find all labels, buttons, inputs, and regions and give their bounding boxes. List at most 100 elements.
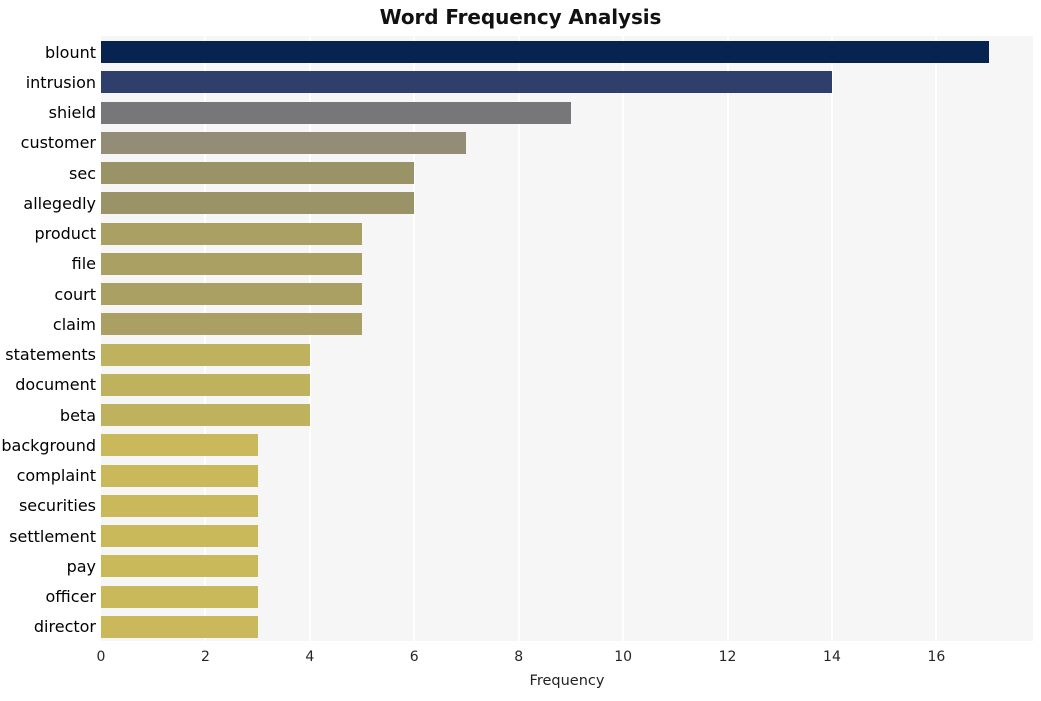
x-tick-label-14: 14 [823, 649, 841, 665]
bar-claim[interactable] [101, 313, 363, 336]
y-tick-text: background [1, 435, 96, 455]
bar-row[interactable] [101, 494, 1033, 517]
chart-title: Word Frequency Analysis [379, 5, 662, 29]
bar-securities[interactable] [101, 494, 258, 517]
gridline-vertical [622, 36, 625, 641]
bar-row[interactable] [101, 555, 1033, 578]
bar-row[interactable] [101, 525, 1033, 548]
y-tick-text: securities [18, 496, 96, 516]
bar-row[interactable] [101, 615, 1033, 638]
x-tick-label-16: 16 [927, 649, 946, 665]
y-tick-label-claim: claim [0, 313, 96, 335]
y-tick-label-beta: beta [0, 404, 96, 426]
gridline-vertical [935, 36, 938, 641]
bar-pay[interactable] [101, 555, 258, 578]
y-tick-text: blount [45, 42, 96, 62]
bar-settlement[interactable] [101, 525, 258, 548]
bar-row[interactable] [101, 313, 1033, 336]
bar-background[interactable] [101, 434, 258, 457]
y-tick-label-securities: securities [0, 495, 96, 517]
bar-row[interactable] [101, 434, 1033, 457]
gridline-vertical [308, 36, 311, 641]
bar-statements[interactable] [101, 343, 310, 366]
y-tick-text: beta [59, 405, 96, 425]
bar-file[interactable] [101, 252, 363, 275]
x-tick-label-2: 2 [200, 649, 210, 665]
x-tick-label-4: 4 [305, 649, 315, 665]
bar-customer[interactable] [101, 131, 467, 154]
x-tick-label-0: 0 [96, 649, 106, 665]
y-tick-text: customer [20, 133, 96, 153]
bar-row[interactable] [101, 162, 1033, 185]
y-tick-text: complaint [16, 466, 96, 486]
gridline-vertical [204, 36, 207, 641]
bar-document[interactable] [101, 373, 310, 396]
y-tick-label-director: director [0, 616, 96, 638]
x-tick-label-6: 6 [409, 649, 419, 665]
y-tick-label-officer: officer [0, 586, 96, 608]
y-tick-label-sec: sec [0, 162, 96, 184]
y-tick-text: court [54, 284, 96, 304]
bar-row[interactable] [101, 585, 1033, 608]
bar-row[interactable] [101, 343, 1033, 366]
bar-product[interactable] [101, 222, 363, 245]
y-tick-label-file: file [0, 253, 96, 275]
bar-row[interactable] [101, 283, 1033, 306]
bar-court[interactable] [101, 283, 363, 306]
y-tick-text: shield [48, 103, 96, 123]
bar-allegedly[interactable] [101, 192, 415, 215]
bar-row[interactable] [101, 404, 1033, 427]
y-tick-text: allegedly [23, 193, 96, 213]
word-frequency-chart: Word Frequency Analysis blount intrusion s… [0, 0, 1041, 701]
gridline-vertical [830, 36, 833, 641]
bar-intrusion[interactable] [101, 71, 832, 94]
y-tick-label-intrusion: intrusion [0, 71, 96, 93]
y-tick-label-complaint: complaint [0, 465, 96, 487]
gridline-vertical [413, 36, 416, 641]
y-tick-label-shield: shield [0, 102, 96, 124]
bar-row[interactable] [101, 192, 1033, 215]
x-tick-label-10: 10 [614, 649, 633, 665]
y-tick-text: intrusion [25, 72, 96, 92]
y-tick-text: sec [69, 163, 96, 183]
bar-blount[interactable] [101, 41, 989, 64]
y-tick-label-settlement: settlement [0, 525, 96, 547]
gridline-vertical [517, 36, 520, 641]
bar-row[interactable] [101, 131, 1033, 154]
bar-row[interactable] [101, 101, 1033, 124]
y-tick-text: officer [45, 587, 96, 607]
y-tick-label-statements: statements [0, 344, 96, 366]
bar-sec[interactable] [101, 162, 415, 185]
x-tick-label-12: 12 [718, 649, 737, 665]
gridline-vertical [726, 36, 729, 641]
y-tick-label-court: court [0, 283, 96, 305]
y-tick-label-blount: blount [0, 41, 96, 63]
y-tick-label-allegedly: allegedly [0, 192, 96, 214]
y-tick-text: document [15, 375, 96, 395]
y-tick-label-pay: pay [0, 555, 96, 577]
bar-row[interactable] [101, 71, 1033, 94]
y-tick-text: statements [5, 345, 96, 365]
y-tick-label-document: document [0, 374, 96, 396]
bar-row[interactable] [101, 41, 1033, 64]
x-tick-label-8: 8 [514, 649, 524, 665]
bar-complaint[interactable] [101, 464, 258, 487]
y-tick-label-background: background [0, 434, 96, 456]
y-tick-label-customer: customer [0, 132, 96, 154]
bar-row[interactable] [101, 464, 1033, 487]
x-axis-title: Frequency [529, 673, 605, 689]
bar-row[interactable] [101, 252, 1033, 275]
y-tick-text: file [71, 254, 96, 274]
y-tick-text: director [33, 617, 96, 637]
plot-area [101, 36, 1033, 641]
y-tick-text: product [34, 224, 96, 244]
bar-beta[interactable] [101, 404, 310, 427]
y-tick-text: settlement [9, 526, 96, 546]
bar-row[interactable] [101, 222, 1033, 245]
bar-director[interactable] [101, 615, 258, 638]
bar-officer[interactable] [101, 585, 258, 608]
bar-row[interactable] [101, 373, 1033, 396]
bar-shield[interactable] [101, 101, 571, 124]
y-tick-label-product: product [0, 223, 96, 245]
y-tick-text: pay [66, 556, 96, 576]
